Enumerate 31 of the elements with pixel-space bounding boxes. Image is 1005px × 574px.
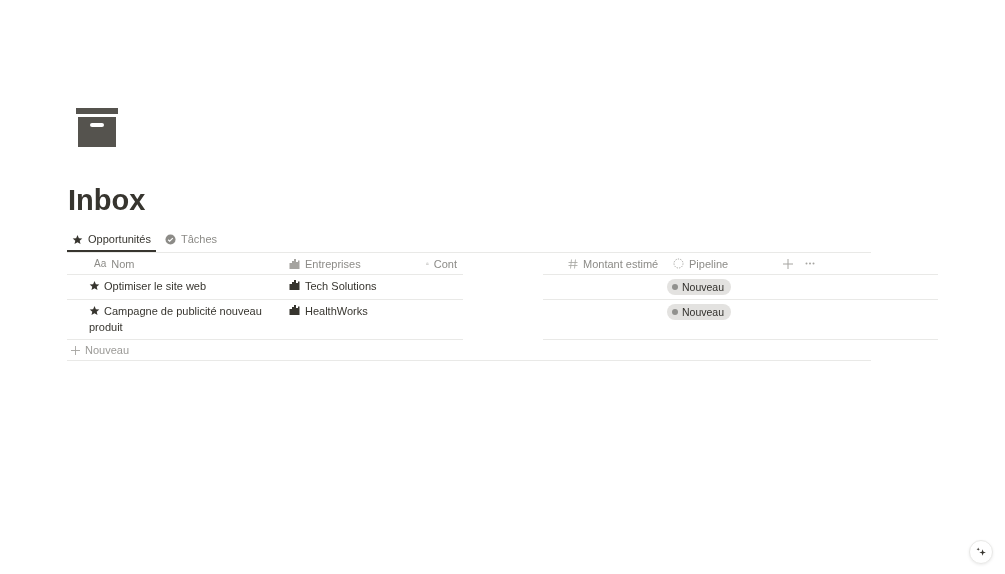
new-row-button[interactable]: Nouveau [67,340,871,361]
status-tag: Nouveau [667,279,732,295]
company-link[interactable]: Tech Solutions [305,280,377,292]
view-tab[interactable]: Opportunités [67,227,156,252]
dashed-circle-icon [673,258,684,269]
view-tab[interactable]: Tâches [160,227,223,252]
star-icon [89,305,100,316]
check-circle-icon [165,233,176,245]
company-link[interactable]: HealthWorks [305,305,368,317]
building-icon [289,258,300,269]
plus-icon [71,345,80,355]
column-header[interactable]: Pipeline [667,253,777,275]
star-icon [72,233,83,245]
hash-icon [568,258,578,269]
building-icon [289,305,300,315]
star-icon [89,280,100,291]
sparkle-button[interactable] [969,540,993,564]
column-header[interactable]: Cont [420,253,463,275]
more-icon[interactable] [805,262,815,265]
status-tag: Nouveau [667,304,732,320]
column-header[interactable]: Montant estimé [543,253,667,275]
sparkle-icon [975,546,987,558]
column-header[interactable]: Entreprises [283,253,420,275]
row-title[interactable]: Optimiser le site web [89,279,207,295]
text-type-icon: Aa [94,258,107,269]
add-icon[interactable] [783,258,793,269]
page-title: Inbox [68,183,147,217]
building-icon [289,280,300,290]
archive-box-icon [76,108,118,147]
column-header[interactable]: Aa Nom [67,253,283,275]
row-title[interactable]: Campagne de publicité nouveau produit [89,304,277,335]
